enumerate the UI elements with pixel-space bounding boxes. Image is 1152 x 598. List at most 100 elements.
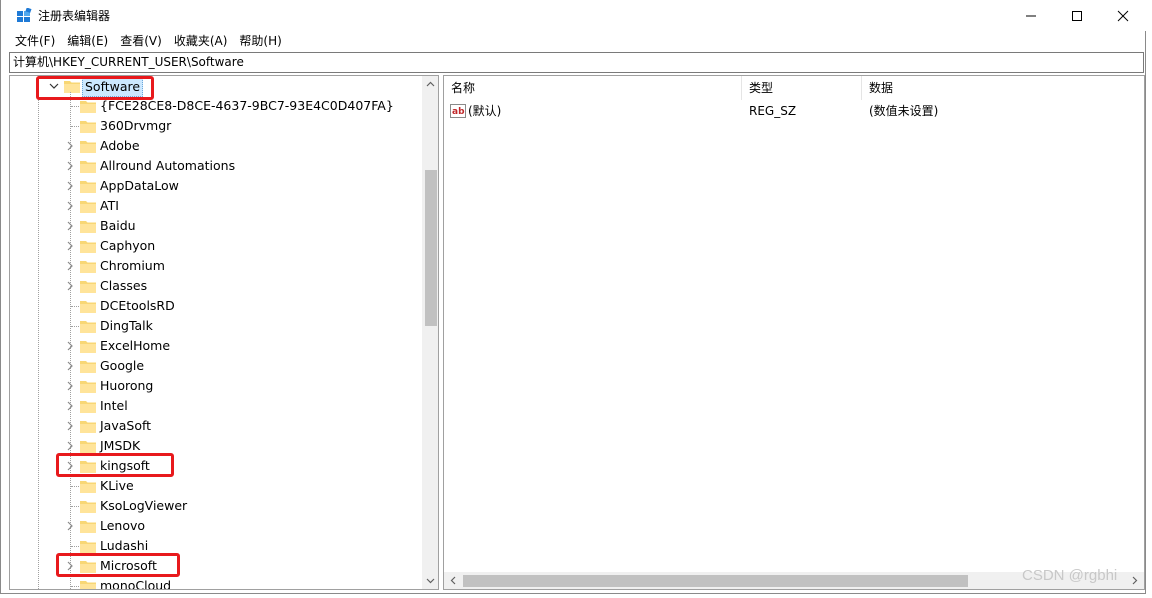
tree-node-360drvmgr[interactable]: 360Drvmgr (10, 116, 422, 136)
folder-icon (80, 401, 96, 413)
tree-node-intel[interactable]: Intel (10, 396, 422, 416)
tree-node-label: Adobe (100, 138, 140, 153)
folder-icon (80, 341, 96, 353)
tree-node-adobe[interactable]: Adobe (10, 136, 422, 156)
menu-help[interactable]: 帮助(H) (233, 31, 287, 51)
folder-icon (80, 181, 96, 193)
tree-node-classes[interactable]: Classes (10, 276, 422, 296)
folder-icon (80, 301, 96, 313)
registry-editor-window: 注册表编辑器 文件(F) 编辑(E) 查看(V) 收藏夹(A) 帮助(H) 计算… (0, 0, 1147, 594)
folder-icon (80, 101, 96, 113)
chevron-right-icon[interactable] (65, 381, 75, 391)
column-header-type[interactable]: 类型 (742, 76, 862, 100)
chevron-right-icon[interactable] (65, 341, 75, 351)
close-button[interactable] (1100, 0, 1146, 31)
address-bar[interactable]: 计算机\HKEY_CURRENT_USER\Software (9, 52, 1144, 73)
tree-guide-line (71, 486, 79, 487)
chevron-right-icon[interactable] (65, 181, 75, 191)
tree-node-label: Allround Automations (100, 158, 236, 173)
tree-node-label: Google (100, 358, 145, 373)
scroll-up-icon[interactable] (426, 80, 435, 89)
minimize-button[interactable] (1008, 0, 1054, 31)
tree-vertical-scrollbar[interactable] (422, 76, 438, 589)
values-list-pane: 名称 类型 数据 ab (默认) REG_SZ (数值未设置) (443, 75, 1145, 590)
folder-icon (80, 381, 96, 393)
tree-node-ati[interactable]: ATI (10, 196, 422, 216)
key-tree: Software {FCE28CE8-D8CE-4637-9BC7-93E4C0… (10, 76, 422, 589)
scroll-right-icon[interactable] (1130, 576, 1139, 585)
tree-node-label: KLive (100, 478, 134, 493)
tree-node-lenovo[interactable]: Lenovo (10, 516, 422, 536)
tree-node-baidu[interactable]: Baidu (10, 216, 422, 236)
chevron-right-icon[interactable] (65, 361, 75, 371)
column-header-data[interactable]: 数据 (862, 76, 1144, 100)
tree-node-dingtalk[interactable]: DingTalk (10, 316, 422, 336)
window-title: 注册表编辑器 (38, 9, 111, 23)
menu-edit[interactable]: 编辑(E) (61, 31, 114, 51)
tree-node-google[interactable]: Google (10, 356, 422, 376)
close-icon (1117, 10, 1129, 21)
tree-node-monocloud[interactable]: monoCloud (10, 576, 422, 589)
tree-node-label: Chromium (100, 258, 165, 273)
svg-text:ab: ab (452, 107, 465, 117)
value-name[interactable]: (默认) (468, 101, 501, 121)
watermark: CSDN @rgbhi (1022, 567, 1118, 584)
list-scroll-thumb[interactable] (463, 575, 968, 587)
tree-guide-line (71, 306, 79, 307)
tree-node-ksologviewer[interactable]: KsoLogViewer (10, 496, 422, 516)
tree-node-allround-automations[interactable]: Allround Automations (10, 156, 422, 176)
chevron-right-icon[interactable] (65, 521, 75, 531)
value-type: REG_SZ (749, 104, 797, 118)
menu-view[interactable]: 查看(V) (114, 31, 168, 51)
regedit-icon (17, 8, 32, 22)
tree-node-label: Caphyon (100, 238, 156, 253)
folder-icon (80, 541, 96, 553)
chevron-right-icon[interactable] (65, 141, 75, 151)
chevron-right-icon[interactable] (65, 261, 75, 271)
tree-node-excelhome[interactable]: ExcelHome (10, 336, 422, 356)
tree-scroll-thumb[interactable] (425, 170, 437, 326)
folder-icon (80, 281, 96, 293)
tree-node-label: DCEtoolsRD (100, 298, 175, 313)
tree-node-label: ATI (100, 198, 119, 213)
chevron-right-icon[interactable] (65, 441, 75, 451)
menu-file[interactable]: 文件(F) (9, 31, 61, 51)
folder-icon (80, 481, 96, 493)
tree-guide-line (71, 506, 79, 507)
menu-favorites[interactable]: 收藏夹(A) (168, 31, 234, 51)
tree-node-chromium[interactable]: Chromium (10, 256, 422, 276)
folder-icon (80, 221, 96, 233)
chevron-right-icon[interactable] (65, 421, 75, 431)
tree-guide-line (71, 546, 79, 547)
folder-icon (80, 421, 96, 433)
tree-node-label: Lenovo (100, 518, 146, 533)
folder-icon (80, 521, 96, 533)
tree-node-label: Intel (100, 398, 128, 413)
chevron-right-icon[interactable] (65, 161, 75, 171)
scroll-left-icon[interactable] (449, 576, 458, 585)
menu-bar: 文件(F) 编辑(E) 查看(V) 收藏夹(A) 帮助(H) (9, 31, 288, 51)
highlight-box-microsoft (56, 553, 180, 577)
maximize-button[interactable] (1054, 0, 1100, 31)
tree-node-dcetoolsrd[interactable]: DCEtoolsRD (10, 296, 422, 316)
chevron-right-icon[interactable] (65, 401, 75, 411)
scroll-down-icon[interactable] (426, 576, 435, 585)
tree-node-klive[interactable]: KLive (10, 476, 422, 496)
chevron-right-icon[interactable] (65, 281, 75, 291)
tree-node-label: ExcelHome (100, 338, 171, 353)
folder-icon (80, 161, 96, 173)
tree-node-javasoft[interactable]: JavaSoft (10, 416, 422, 436)
value-data: (数值未设置) (869, 104, 939, 118)
chevron-right-icon[interactable] (65, 241, 75, 251)
tree-node-label: DingTalk (100, 318, 153, 333)
folder-icon (80, 241, 96, 253)
folder-icon (80, 361, 96, 373)
column-header-name[interactable]: 名称 (444, 76, 742, 100)
chevron-right-icon[interactable] (65, 221, 75, 231)
tree-node-label: Huorong (100, 378, 154, 393)
folder-icon (80, 441, 96, 453)
tree-node-caphyon[interactable]: Caphyon (10, 236, 422, 256)
tree-node-appdatalow[interactable]: AppDataLow (10, 176, 422, 196)
tree-node-huorong[interactable]: Huorong (10, 376, 422, 396)
chevron-right-icon[interactable] (65, 201, 75, 211)
